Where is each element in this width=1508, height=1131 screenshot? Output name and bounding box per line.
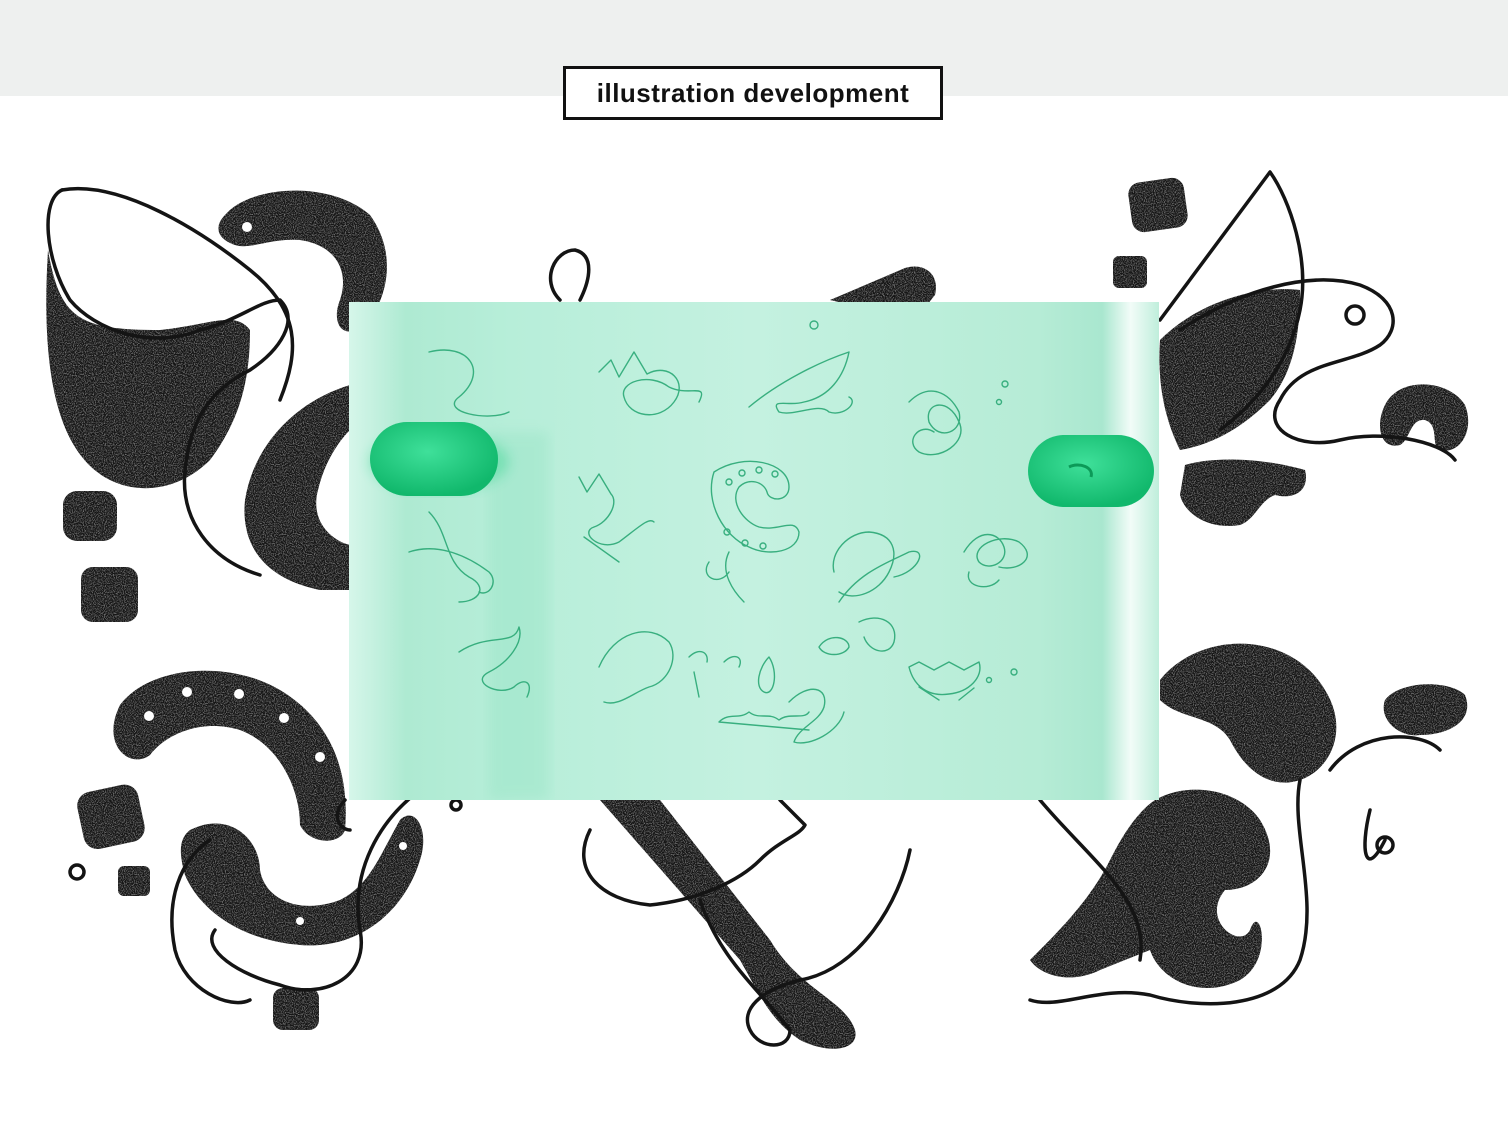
title-box: illustration development xyxy=(563,66,943,120)
blob-small-hook xyxy=(1380,384,1469,451)
blob-square-7 xyxy=(1113,256,1147,288)
blob-horseshoe xyxy=(113,670,346,841)
blob-diagonal-bar xyxy=(600,800,856,1049)
clip-left xyxy=(370,422,498,496)
sketch-sheet xyxy=(349,302,1159,800)
blob-crescent xyxy=(244,385,350,590)
blob-big-right xyxy=(1160,643,1337,783)
blob-square-1 xyxy=(63,491,117,541)
blob-square-6 xyxy=(1128,177,1188,233)
blob-tail xyxy=(1180,459,1306,526)
blob-square-2 xyxy=(81,567,138,622)
blob-top-left-leaf xyxy=(46,250,250,489)
page-title: illustration development xyxy=(596,77,910,108)
blob-square-3 xyxy=(77,784,145,849)
paper-shadow-band xyxy=(489,432,549,800)
blob-square-5 xyxy=(273,988,319,1030)
blob-s-curve xyxy=(180,815,424,946)
blob-far-right xyxy=(1383,684,1468,736)
blob-figure xyxy=(1030,789,1271,989)
blob-square-4 xyxy=(118,866,150,896)
